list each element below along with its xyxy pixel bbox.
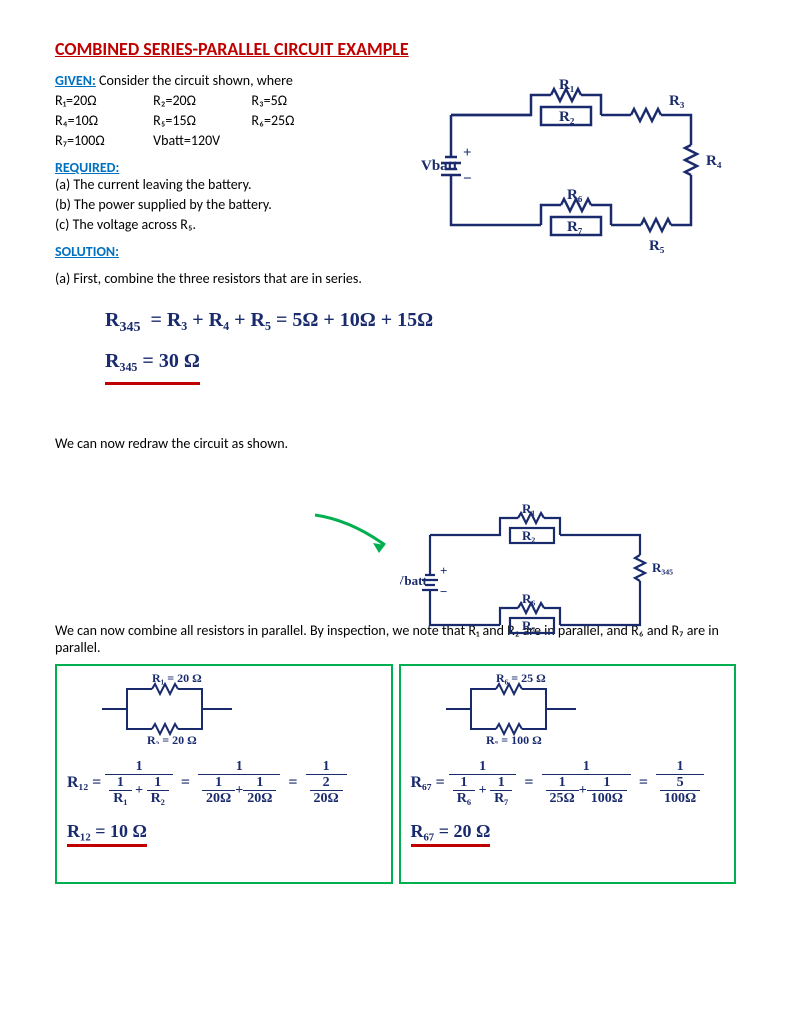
svg-text:R₁: R₁ [559, 77, 574, 93]
given-block: GIVEN: Consider the circuit shown, where… [55, 72, 415, 149]
page-title: COMBINED SERIES-PARALLEL CIRCUIT EXAMPLE [55, 38, 736, 60]
svg-text:+: + [440, 563, 447, 578]
r2: R₂=20Ω [153, 92, 248, 109]
parallel-box-r12: R₁ = 20 Ω R₂ = 20 Ω R₁₂ = 11R₁ + 1R₂ = 1… [55, 664, 393, 884]
svg-text:R₁: R₁ [522, 501, 535, 516]
svg-text:Vbatt: Vbatt [400, 573, 427, 588]
arrow-icon [310, 510, 400, 560]
svg-text:R₂: R₂ [522, 528, 535, 543]
r7: R₇=100Ω [55, 132, 150, 149]
given-text: Consider the circuit shown, where [96, 72, 293, 89]
given-label: GIVEN: [55, 72, 96, 89]
r5: R₅=15Ω [153, 112, 248, 129]
r4: R₄=10Ω [55, 112, 150, 129]
mini-circuit-r67: R₆ = 25 Ω R₇ = 100 Ω [441, 674, 601, 744]
svg-text:R₂ = 20 Ω: R₂ = 20 Ω [147, 733, 197, 744]
svg-text:−: − [440, 584, 447, 599]
svg-text:−: − [463, 171, 472, 187]
svg-text:+: + [463, 145, 472, 161]
svg-text:R₆: R₆ [567, 187, 583, 203]
svg-text:R₄: R₄ [706, 153, 722, 169]
mini-circuit-r12: R₁ = 20 Ω R₂ = 20 Ω [97, 674, 257, 744]
svg-text:R₆ = 25 Ω: R₆ = 25 Ω [496, 674, 546, 685]
vbatt: Vbatt=120V [153, 132, 248, 149]
svg-text:R₇ = 100 Ω: R₇ = 100 Ω [486, 733, 542, 744]
svg-text:Vbatt: Vbatt [421, 158, 458, 174]
svg-text:R₇: R₇ [567, 219, 583, 235]
r1: R₁=20Ω [55, 92, 150, 109]
parallel-box-r67: R₆ = 25 Ω R₇ = 100 Ω R₆₇ = 11R₆ + 1R₇ = … [399, 664, 737, 884]
svg-text:R₃: R₃ [669, 93, 685, 109]
r67-answer: R₆₇ = 20 Ω [411, 821, 491, 847]
r6: R₆=25Ω [251, 112, 346, 129]
equation-r345: R345 = R₃ + R₄ + R₅ = 5Ω + 10Ω + 15Ω R₃₄… [105, 301, 736, 385]
svg-text:R₂: R₂ [559, 109, 575, 125]
circuit-diagram-main: Vbatt + − R₁ R₂ R₃ R₄ R₅ R₆ R₇ [421, 75, 741, 265]
svg-text:R₅: R₅ [649, 238, 665, 254]
r345-answer: R₃₄₅ = 30 Ω [105, 342, 200, 385]
circuit-diagram-redraw: Vbatt + − R₁ R₂ R₃₄₅ R₆ R₇ [400, 500, 700, 660]
r3: R₃=5Ω [251, 92, 346, 109]
svg-text:R₇: R₇ [522, 618, 535, 633]
redraw-text: We can now redraw the circuit as shown. [55, 435, 736, 452]
sol-a-intro: (a) First, combine the three resistors t… [55, 270, 736, 287]
r12-answer: R₁₂ = 10 Ω [67, 821, 147, 847]
svg-text:R₃₄₅: R₃₄₅ [652, 560, 673, 575]
svg-text:R₁ = 20 Ω: R₁ = 20 Ω [152, 674, 202, 685]
svg-text:R₆: R₆ [522, 591, 535, 606]
